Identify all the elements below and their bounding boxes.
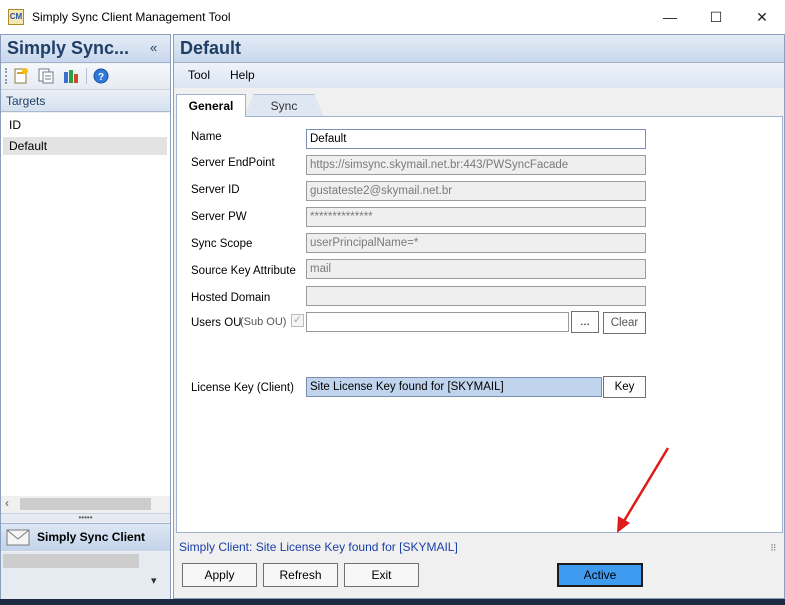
sync-scope-field[interactable]: userPrincipalName=* [306,233,646,253]
users-ou-field[interactable] [306,312,569,332]
nav-button-label: Simply Sync Client [37,530,146,544]
close-button[interactable]: ✕ [751,6,773,28]
toolbar-separator [86,68,87,84]
sync-scope-label: Sync Scope [191,238,253,250]
red-arrow-annotation [617,447,670,533]
collapse-pane-button[interactable]: « [150,40,157,55]
server-pw-label: Server PW [191,211,247,223]
apply-button[interactable]: Apply [182,563,257,587]
envelope-icon [6,527,30,547]
name-field[interactable]: Default [306,129,646,149]
pane-splitter[interactable]: ••••• [1,513,170,522]
content-title: Default [180,38,242,58]
new-target-icon[interactable] [13,68,29,84]
toolbar-grip [5,68,8,84]
menu-bar [174,64,784,88]
source-key-attribute-label: Source Key Attribute [191,265,296,277]
content-header [174,35,784,63]
footer-scrollbar[interactable] [3,554,139,568]
active-button[interactable]: Active [557,563,643,587]
svg-text:?: ? [98,72,104,83]
sub-ou-checkbox[interactable]: ✓ [291,314,304,327]
license-key-field[interactable]: Site License Key found for [SKYMAIL] [306,377,602,397]
taskbar-edge [0,599,785,605]
server-id-label: Server ID [191,184,240,196]
browse-ou-button[interactable]: ... [571,311,599,333]
hosted-domain-field[interactable] [306,286,646,306]
hosted-domain-label: Hosted Domain [191,292,271,304]
targets-header: Targets [1,91,170,112]
status-message: Simply Client: Site License Key found fo… [179,540,458,554]
scroll-thumb[interactable] [20,498,151,510]
navigation-title: Simply Sync... [7,38,130,58]
nav-dropdown-icon[interactable]: ▾ [151,574,157,587]
help-icon[interactable]: ? [93,68,109,84]
scroll-left-arrow-icon[interactable]: ‹ [5,496,9,510]
refresh-button[interactable]: Refresh [263,563,338,587]
menu-help[interactable]: Help [230,68,255,82]
clear-ou-button[interactable]: Clear [603,312,646,334]
menu-tool[interactable]: Tool [188,68,210,82]
tree-item-id[interactable]: ID [3,116,167,134]
license-key-label: License Key (Client) [191,382,294,394]
name-label: Name [191,131,222,143]
users-ou-label: Users OU [191,317,242,329]
source-key-attribute-field[interactable]: mail [306,259,646,279]
server-endpoint-field[interactable]: https://simsync.skymail.net.br:443/PWSyn… [306,155,646,175]
server-pw-field[interactable]: ************** [306,207,646,227]
app-icon: CM [8,9,24,25]
minimize-button[interactable]: — [659,6,681,28]
sync-target-icon[interactable] [63,68,79,84]
tree-item-default[interactable]: Default [3,137,167,155]
key-button[interactable]: Key [603,376,646,398]
copy-target-icon[interactable] [38,68,54,84]
targets-tree [1,113,170,496]
users-ou-sub-label: (Sub OU) [240,316,287,328]
resize-grip-icon[interactable]: ⠿ [770,543,777,554]
server-endpoint-label: Server EndPoint [191,157,275,169]
exit-button[interactable]: Exit [344,563,419,587]
tab-general[interactable]: General [176,94,246,117]
window-title: Simply Sync Client Management Tool [32,10,231,24]
maximize-button[interactable]: ☐ [705,6,727,28]
tab-sync[interactable]: Sync [244,94,324,117]
server-id-field[interactable]: gustateste2@skymail.net.br [306,181,646,201]
